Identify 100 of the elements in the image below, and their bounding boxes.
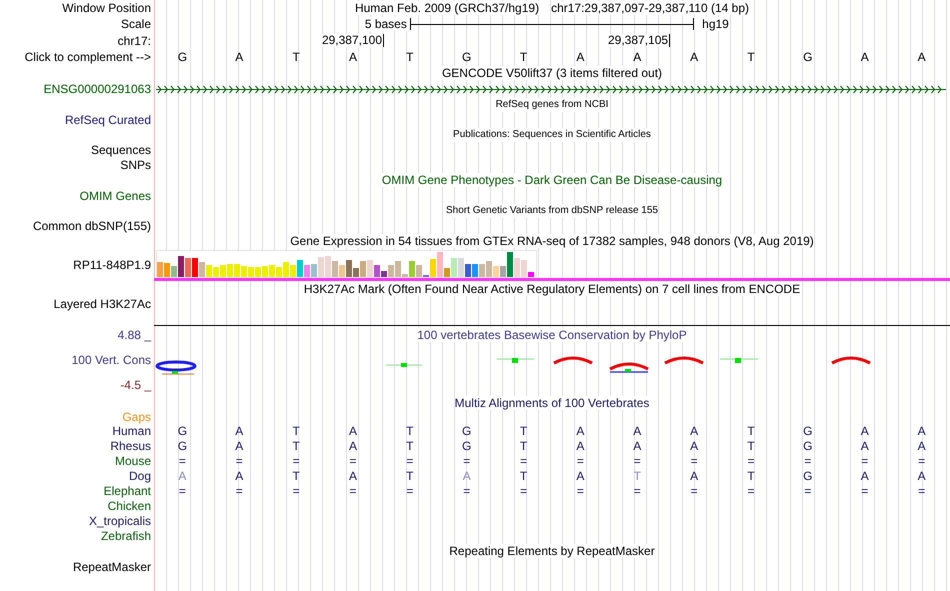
species-label[interactable]: Elephant [104,484,151,498]
aligned-base: G [802,438,814,452]
aligned-base: A [348,468,358,482]
aligned-base: T [291,438,301,452]
track-label[interactable]: 100 Vert. Cons [72,353,151,367]
aligned-base: = [576,484,585,498]
track-label[interactable]: Sequences [90,142,151,156]
track-label[interactable]: RepeatMasker [72,560,151,574]
aligned-base: A [348,438,358,452]
base-letter: T [405,50,415,64]
track-title: Publications: Sequences in Scientific Articles [453,128,651,142]
species-label[interactable]: X_tropicalis [88,514,151,528]
aligned-base: = [803,454,812,468]
base-letter: G [802,50,814,64]
aligned-base: = [803,484,812,498]
row-label: chr17: [118,34,151,48]
base-letter: G [461,50,472,64]
aligned-base: T [518,438,528,452]
base-letter: T [518,50,528,64]
aligned-base: = [405,484,414,498]
assembly-title: Human Feb. 2009 (GRCh37/hg19) [354,1,540,15]
track-label[interactable]: Common dbSNP(155) [32,218,151,232]
aligned-base: A [689,438,700,452]
aligned-base: A [632,438,642,452]
base-letter: A [632,50,642,64]
species-label[interactable]: Dog [128,468,151,482]
track-label[interactable]: SNPs [120,158,151,172]
aligned-base: T [405,438,415,452]
aligned-base: T [746,468,756,482]
aligned-base: A [916,468,927,482]
aligned-base: G [802,468,814,482]
aligned-base: A [234,424,244,438]
position-title: chr17:29,387,097-29,387,110 (14 bp) [551,1,750,15]
complement-link[interactable]: Click to complement --> [24,50,151,64]
species-label[interactable]: Mouse [114,454,151,468]
aligned-base: = [632,454,642,468]
aligned-base: A [234,468,244,482]
aligned-base: = [348,454,358,468]
track-title: Multiz Alignments of 100 Vertebrates [454,396,650,410]
aligned-base: A [177,468,188,482]
aligned-base: A [689,468,700,482]
base-letter: A [234,50,244,64]
species-label[interactable]: Zebrafish [100,528,151,542]
aligned-base: A [632,424,642,438]
base-letter: T [746,50,756,64]
aligned-base: A [860,468,870,482]
aligned-base: T [518,424,528,438]
aligned-base: A [689,424,700,438]
aligned-base: T [291,424,301,438]
axis-label: 4.88 _ [118,328,151,342]
aligned-base: = [234,454,244,468]
track-title: 100 vertebrates Basewise Conservation by PhyloP [417,328,687,342]
track-label[interactable]: OMIM Genes [80,188,151,202]
coordinate-label: 29,387,100 [322,34,384,47]
track-title: Short Genetic Variants from dbSNP release 155 [446,204,658,218]
aligned-base: A [916,438,927,452]
track-label[interactable]: RP11-848P1.9 [73,258,151,272]
aligned-base: = [462,454,472,468]
scale-assembly: hg19 [694,17,729,31]
base-letter: T [291,50,301,64]
aligned-base: T [518,468,528,482]
aligned-base: = [292,484,301,498]
track-title: Repeating Elements by RepeatMasker [449,544,655,558]
aligned-base: G [461,424,472,438]
aligned-base: = [917,484,926,498]
track-label[interactable]: ENSG00000291063 [44,82,151,96]
track-title: Gene Expression in 54 tissues from GTEx RNA-seq of 17382 samples, 948 donors (V8, Aug 2019) [290,234,814,248]
aligned-base: T [405,468,415,482]
aligned-base: A [860,424,870,438]
aligned-base: = [519,454,528,468]
aligned-base: A [860,438,870,452]
scale-span: 5 bases [364,17,410,31]
aligned-base: = [348,484,358,498]
aligned-base: = [292,454,301,468]
base-letter: G [176,50,188,64]
species-label[interactable]: Chicken [108,498,151,512]
aligned-base: = [462,484,472,498]
aligned-base: G [802,424,814,438]
row-label: Window Position [62,1,151,15]
base-letter: A [689,50,700,64]
aligned-base: T [632,468,642,482]
aligned-base: T [405,424,415,438]
track-label[interactable]: RefSeq Curated [64,112,151,126]
track-label[interactable]: Layered H3K27Ac [54,297,151,311]
track-title: OMIM Gene Phenotypes - Dark Green Can Be Disease-causing [382,173,722,187]
aligned-base: T [746,438,756,452]
aligned-base: A [575,438,586,452]
aligned-base: = [519,484,528,498]
aligned-base: = [690,484,699,498]
aligned-base: = [690,454,699,468]
aligned-base: T [291,468,301,482]
species-label[interactable]: Rhesus [110,438,151,452]
track-title: GENCODE V50lift37 (3 items filtered out) [442,66,662,80]
base-letter: A [916,50,927,64]
aligned-base: = [860,484,870,498]
species-label[interactable]: Human [112,424,151,438]
aligned-base: A [234,438,244,452]
aligned-base: = [405,454,414,468]
row-label: Scale [120,17,151,31]
aligned-base: = [178,484,187,498]
